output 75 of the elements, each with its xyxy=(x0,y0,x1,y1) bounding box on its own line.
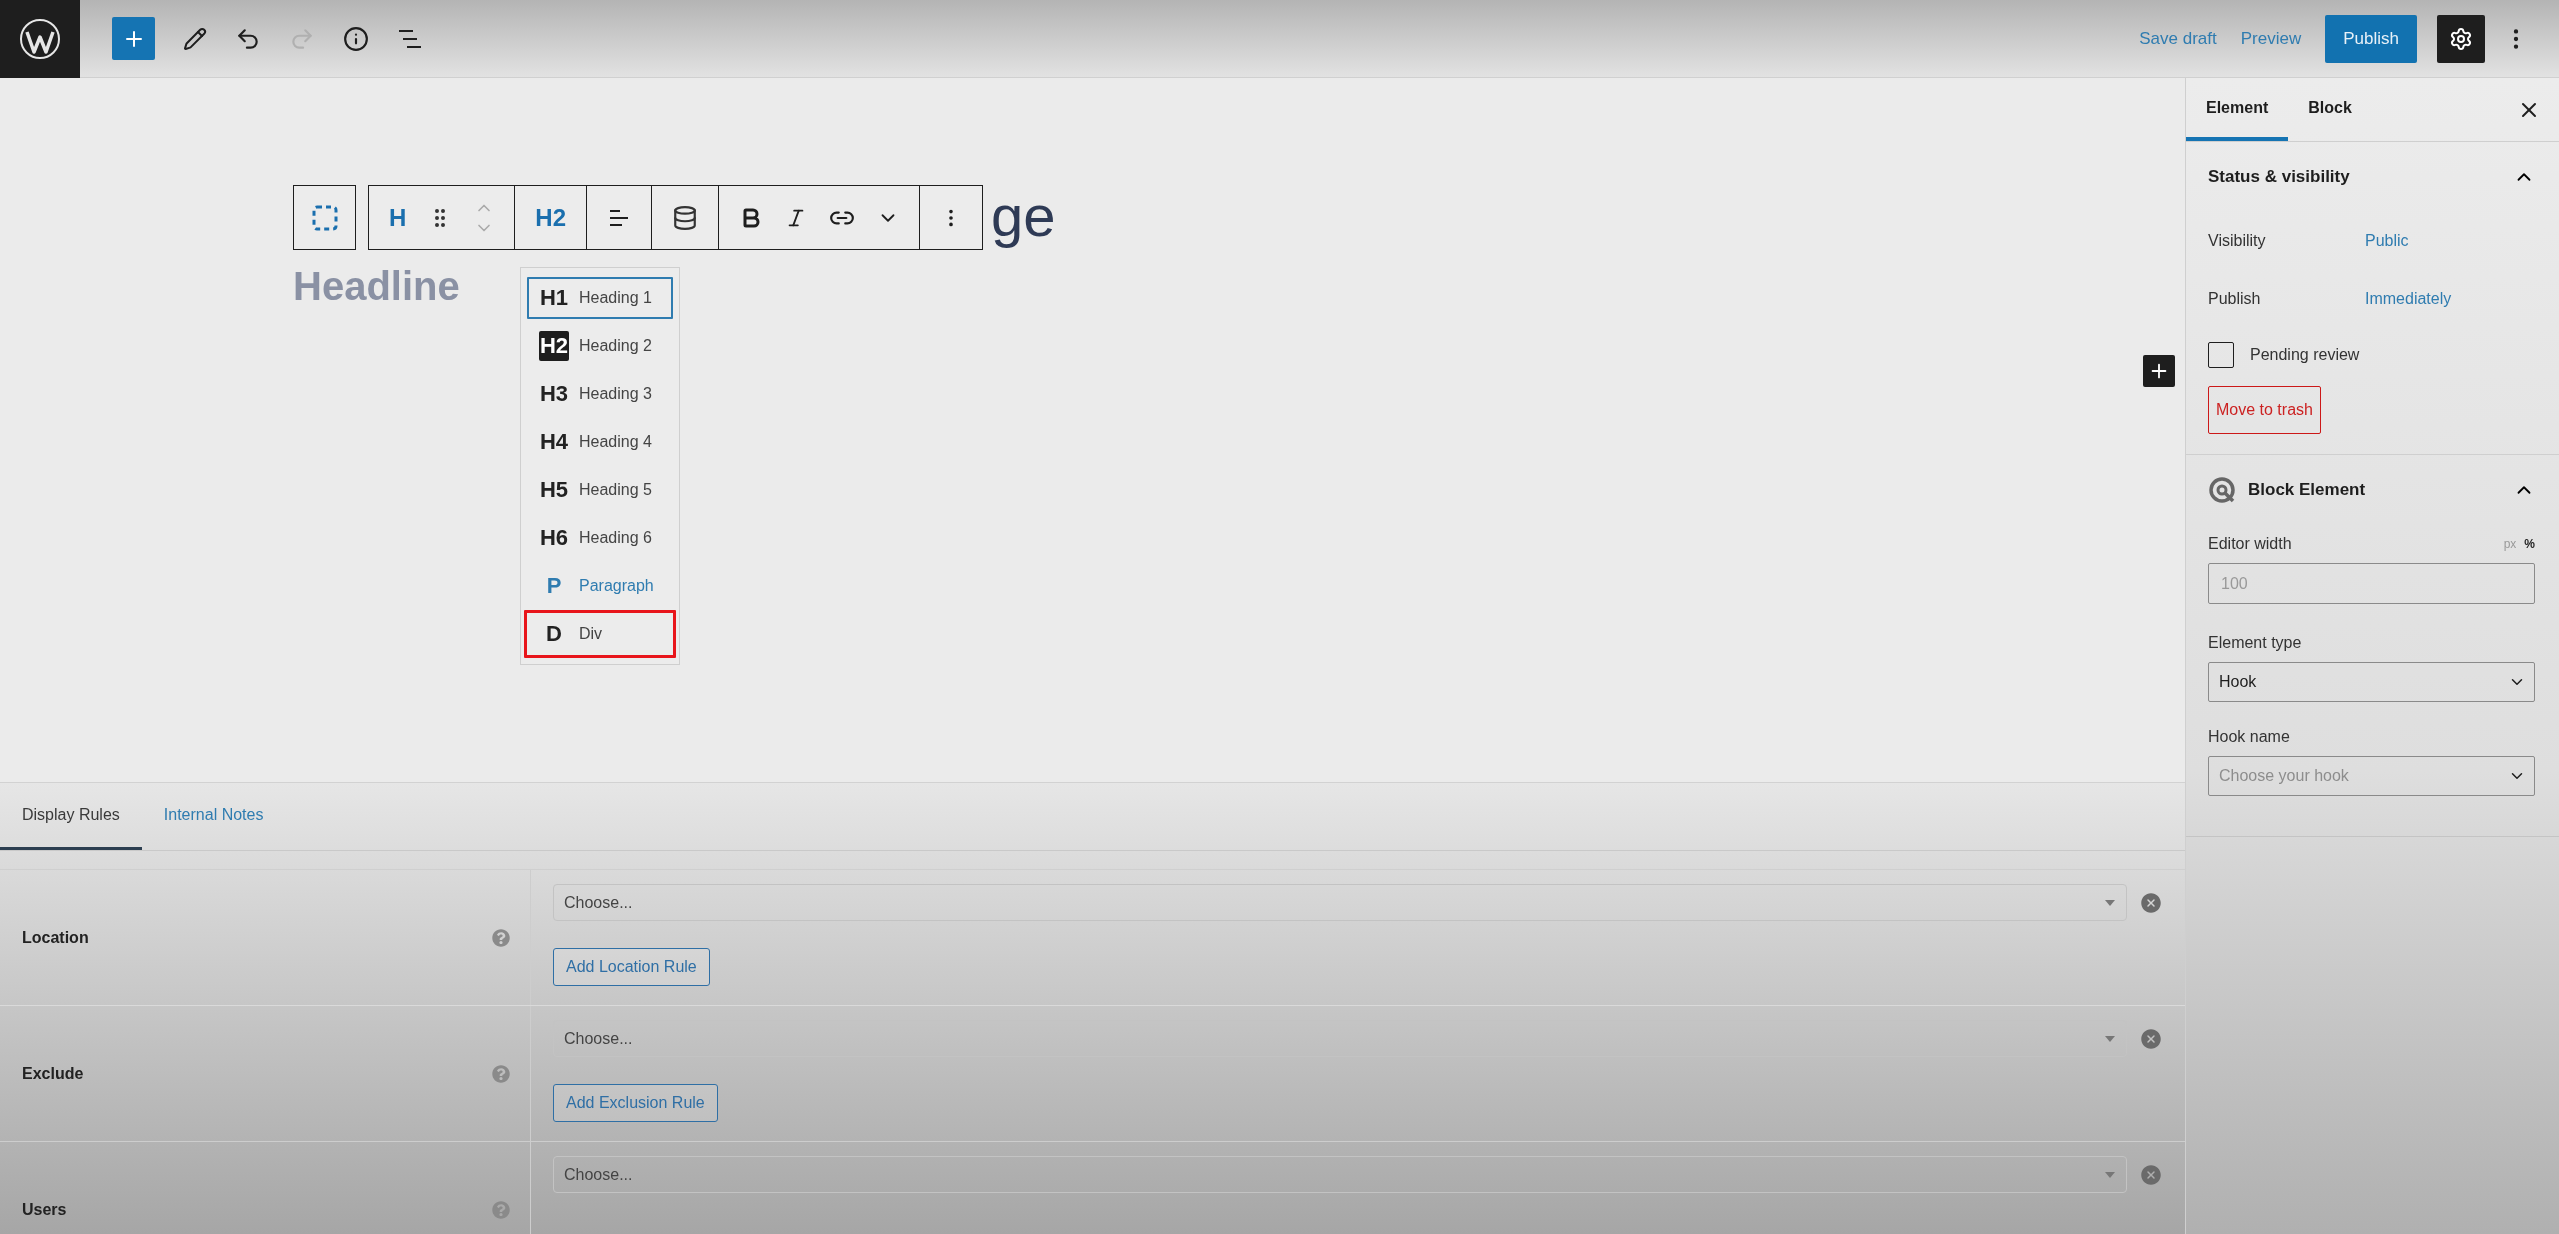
block-type-button[interactable]: H xyxy=(389,203,407,232)
database-icon[interactable] xyxy=(672,204,699,231)
remove-icon[interactable] xyxy=(2139,1162,2163,1187)
tag-label: H6 xyxy=(539,524,569,552)
tag-menu-label: Div xyxy=(579,625,603,643)
tag-menu-item[interactable]: P Paragraph xyxy=(524,562,676,610)
rule-select[interactable]: Choose... xyxy=(553,884,2127,921)
field-label: Editor width xyxy=(2208,535,2292,553)
tag-menu-item[interactable]: H3 Heading 3 xyxy=(524,370,676,418)
add-block-button[interactable] xyxy=(2143,355,2175,387)
info-icon[interactable] xyxy=(343,25,369,52)
tag-menu-label: Heading 6 xyxy=(579,529,652,547)
tag-menu-label: Heading 3 xyxy=(579,385,652,403)
dropdown-caret-icon xyxy=(2104,1034,2116,1043)
unit-toggle[interactable]: % xyxy=(2524,537,2535,551)
rule-label: Exclude xyxy=(22,1064,84,1083)
tag-menu-item[interactable]: D Div xyxy=(524,610,676,658)
tag-label: H2 xyxy=(539,331,569,361)
tag-menu-label: Heading 5 xyxy=(579,481,652,499)
heading-text: ge xyxy=(991,185,1056,247)
field-label: Element type xyxy=(2208,634,2302,652)
tag-label: H3 xyxy=(539,380,569,408)
tag-label: D xyxy=(545,620,563,648)
settings-icon xyxy=(2449,26,2473,51)
pencil-icon[interactable] xyxy=(183,26,207,51)
list-view-icon[interactable] xyxy=(397,27,423,50)
add-rule-button[interactable]: Add Exclusion Rule xyxy=(553,1084,718,1122)
preview-button[interactable]: Preview xyxy=(2228,18,2314,59)
headline-text: Headline xyxy=(293,264,460,309)
rule-label: Users xyxy=(22,1200,67,1219)
wordpress-logo[interactable] xyxy=(19,17,61,60)
setting-link[interactable]: Immediately xyxy=(2365,290,2452,308)
field-label: Hook name xyxy=(2208,728,2290,746)
tag-menu-item[interactable]: H5 Heading 5 xyxy=(524,466,676,514)
add-rule-button[interactable]: Add Location Rule xyxy=(553,948,710,986)
tag-menu-item[interactable]: H1 Heading 1 xyxy=(524,274,676,322)
move-to-trash-button[interactable]: Move to trash xyxy=(2208,386,2321,434)
hook-name-select[interactable]: Choose your hook xyxy=(2208,756,2535,796)
rule-select[interactable]: Choose... xyxy=(553,1156,2127,1193)
remove-icon[interactable] xyxy=(2139,890,2163,915)
editor-width-field[interactable]: 100 xyxy=(2208,563,2535,604)
publish-button[interactable]: Publish xyxy=(2325,14,2417,63)
tag-menu-item[interactable]: H6 Heading 6 xyxy=(524,514,676,562)
element-type-select[interactable]: Hook xyxy=(2208,662,2535,702)
select-parent-button[interactable] xyxy=(293,185,356,250)
tag-label: H5 xyxy=(539,476,569,504)
section-title: Block Element xyxy=(2248,480,2367,500)
panel-tab[interactable]: Internal Notes xyxy=(141,783,286,850)
dropdown-caret-icon xyxy=(2104,1170,2116,1179)
tag-label: H1 xyxy=(539,284,569,312)
settings-button[interactable] xyxy=(2437,14,2485,63)
tag-menu-label: Heading 1 xyxy=(579,289,652,307)
setting-label: Visibility xyxy=(2208,232,2267,250)
tag-label: P xyxy=(545,572,563,600)
tag-menu-label: Heading 2 xyxy=(579,337,652,355)
setting-link[interactable]: Public xyxy=(2365,232,2409,250)
panel-tab[interactable]: Display Rules xyxy=(0,783,142,850)
select-parent-icon xyxy=(311,204,338,231)
save-draft-button[interactable]: Save draft xyxy=(2127,18,2229,59)
tag-name-button[interactable]: H2 xyxy=(535,203,567,232)
tag-label: H4 xyxy=(539,428,569,456)
checkbox-label: Pending review xyxy=(2250,346,2360,364)
tag-menu-label: Heading 4 xyxy=(579,433,652,451)
setting-label: Publish xyxy=(2208,290,2262,308)
tag-menu-item[interactable]: H2 Heading 2 xyxy=(524,322,676,370)
sidebar-tab[interactable]: Block xyxy=(2288,78,2372,141)
rule-label: Location xyxy=(22,928,89,947)
section-title: Status & visibility xyxy=(2208,167,2351,187)
tag-menu-label: Paragraph xyxy=(579,577,654,595)
checkbox[interactable] xyxy=(2208,342,2234,368)
tag-menu-item[interactable]: H4 Heading 4 xyxy=(524,418,676,466)
remove-icon[interactable] xyxy=(2139,1026,2163,1051)
dropdown-caret-icon xyxy=(2104,898,2116,907)
sidebar-tab[interactable]: Element xyxy=(2186,78,2289,141)
block-element-icon xyxy=(2208,476,2236,504)
